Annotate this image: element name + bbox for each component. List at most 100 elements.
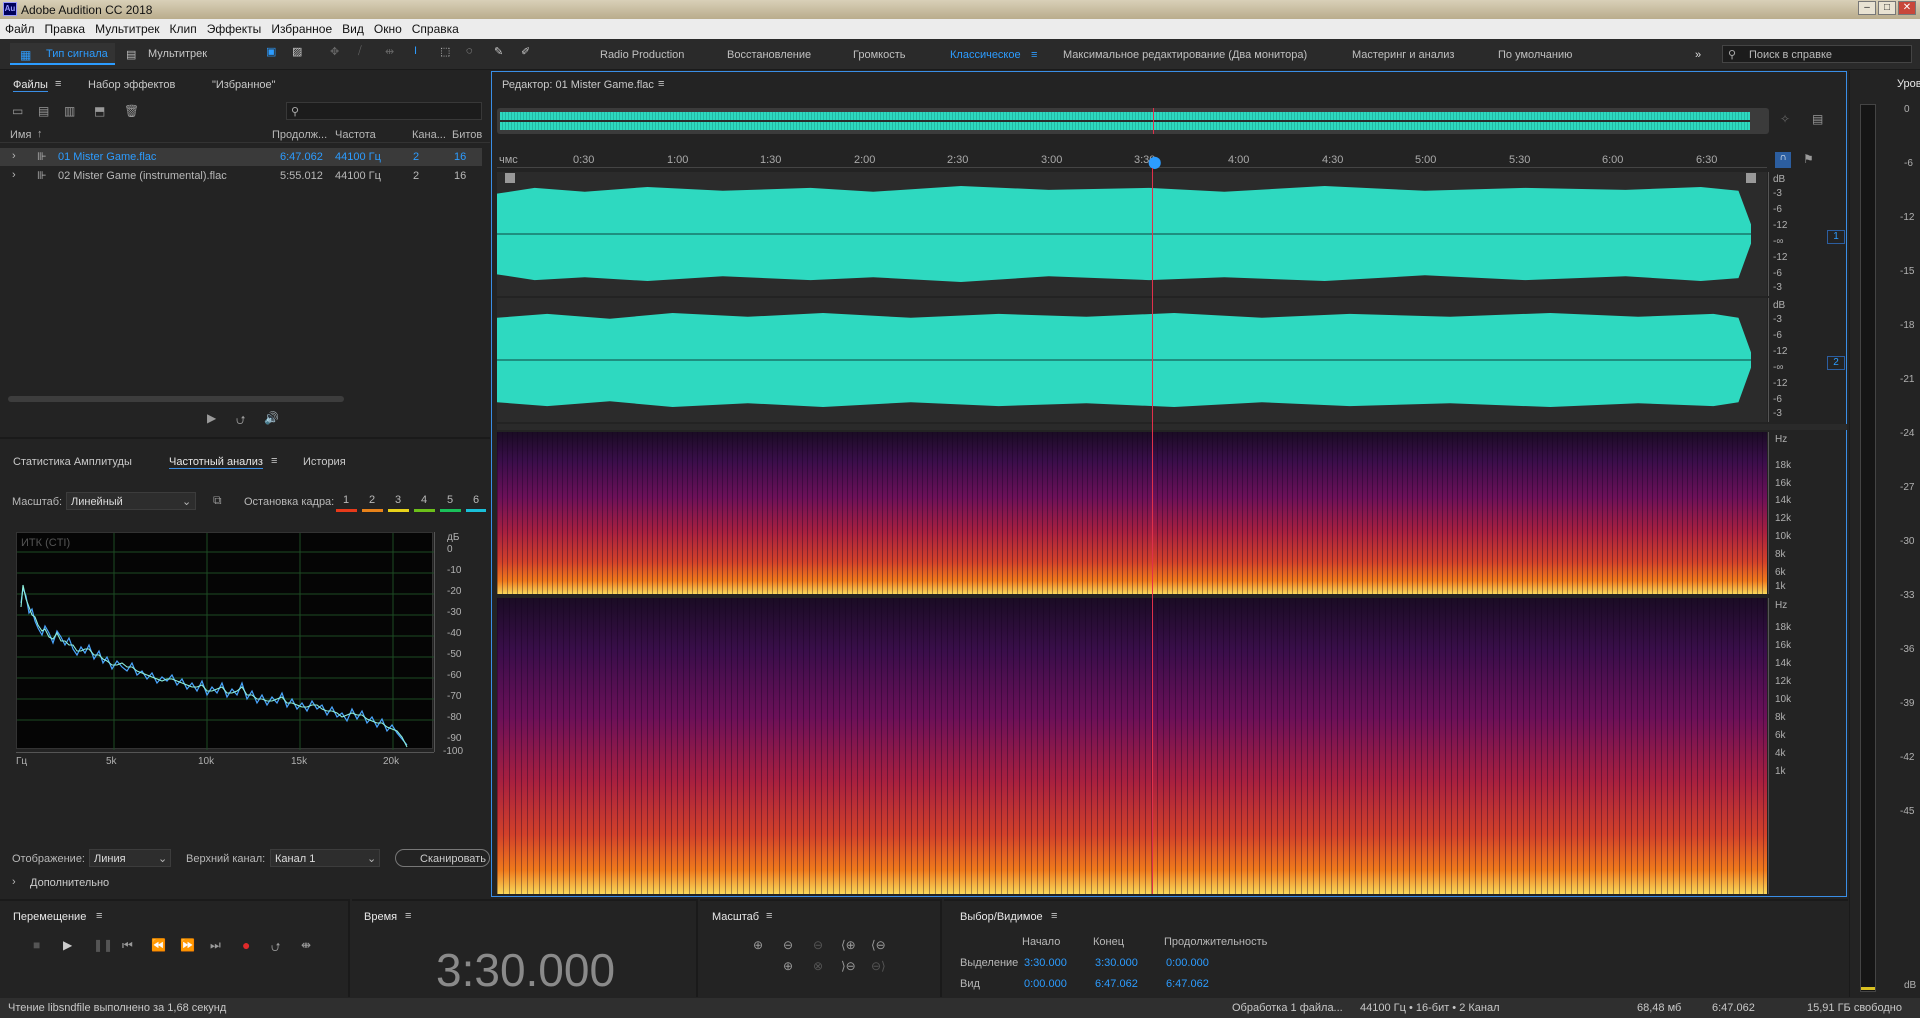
import-file-icon[interactable]: ▤ <box>38 104 49 118</box>
advanced-label[interactable]: Дополнительно <box>30 877 109 889</box>
loop-playback-icon[interactable]: ⮍ <box>271 938 281 959</box>
copy-graph-icon[interactable]: ⧉ <box>213 493 222 508</box>
help-search[interactable]: ⚲ Поиск в справке <box>1722 45 1912 63</box>
playhead-line[interactable] <box>1152 168 1154 894</box>
freeze-slot-2[interactable]: 2 <box>362 491 384 513</box>
multitrack-mode-tab[interactable]: ▤ Мультитрек <box>120 43 220 65</box>
skip-to-start-icon[interactable]: ⏮ <box>122 938 133 953</box>
loop-preview-icon[interactable]: ⮍ <box>236 411 246 432</box>
navigator-menu-icon[interactable]: ▤ <box>1812 112 1823 126</box>
workspace-menu-icon[interactable]: ≡ <box>1031 49 1037 61</box>
zoom-in-time-icon[interactable]: ⟨⊕ <box>841 938 856 952</box>
workspace-mastering[interactable]: Мастеринг и анализ <box>1352 49 1454 61</box>
tab-favorites[interactable]: "Избранное" <box>212 79 276 91</box>
selection-menu-icon[interactable]: ≡ <box>1051 910 1057 922</box>
spot-healing-tool-icon[interactable]: ✐ <box>521 45 530 58</box>
spectrogram-channel-2[interactable] <box>497 598 1767 894</box>
zoom-out-full-icon[interactable]: ⊖ <box>813 938 823 952</box>
files-scrollbar[interactable] <box>8 396 344 402</box>
analysis-menu-icon[interactable]: ≡ <box>271 455 277 467</box>
col-name[interactable]: Имя <box>10 129 31 141</box>
stop-icon[interactable]: ■ <box>33 938 40 952</box>
pitch-view-icon[interactable]: ▨ <box>292 45 302 58</box>
col-duration[interactable]: Продолж... <box>272 129 327 141</box>
tab-effects-rack[interactable]: Набор эффектов <box>88 79 175 91</box>
new-file-icon[interactable]: ▥ <box>64 104 75 118</box>
zoom-to-left-icon[interactable]: ⟩⊖ <box>841 959 856 973</box>
zoom-in-amplitude-icon[interactable]: ⊕ <box>753 938 763 952</box>
lasso-tool-icon[interactable]: ◌ <box>466 45 473 57</box>
overview-navigator[interactable] <box>497 108 1769 134</box>
workspace-loudness[interactable]: Громкость <box>853 49 905 61</box>
menu-help[interactable]: Справка <box>407 19 464 36</box>
brush-tool-icon[interactable]: ✎ <box>494 45 503 58</box>
zoom-to-selection-icon[interactable]: ⊗ <box>813 959 823 973</box>
files-search-input[interactable]: ⚲ <box>286 102 482 120</box>
menu-effects[interactable]: Эффекты <box>202 19 267 36</box>
freeze-slot-3[interactable]: 3 <box>388 491 410 513</box>
rewind-icon[interactable]: ⏪ <box>151 938 166 952</box>
freeze-slot-1[interactable]: 1 <box>336 491 358 513</box>
table-row[interactable]: › ⊪ 02 Mister Game (instrumental).flac 5… <box>0 167 482 185</box>
workspace-max-editing[interactable]: Максимальное редактирование (Два монитор… <box>1063 49 1307 61</box>
view-duration-field[interactable]: 6:47.062 <box>1166 978 1209 990</box>
editor-menu-icon[interactable]: ≡ <box>658 78 664 90</box>
autoplay-preview-icon[interactable]: 🔊 <box>264 411 279 425</box>
scale-select[interactable]: Линейный ⌄ <box>66 492 196 510</box>
insert-multitrack-icon[interactable]: ⬒ <box>94 104 105 118</box>
channel-2-label[interactable]: 2 <box>1827 356 1845 370</box>
play-icon[interactable]: ▶ <box>63 938 72 952</box>
channel-1-label[interactable]: 1 <box>1827 230 1845 244</box>
pause-icon[interactable]: ❚❚ <box>93 938 113 952</box>
time-ruler[interactable]: чмс 0:30 1:00 1:30 2:00 2:30 3:00 3:30 4… <box>497 152 1767 169</box>
advanced-expand-icon[interactable]: › <box>12 876 16 888</box>
delete-file-icon[interactable]: 🗑 <box>124 104 139 118</box>
zoom-menu-icon[interactable]: ≡ <box>766 910 772 922</box>
minimize-button[interactable]: – <box>1858 1 1876 15</box>
skip-selection-icon[interactable]: ⇼ <box>301 938 311 952</box>
workspace-radio-production[interactable]: Radio Production <box>600 49 684 61</box>
workspace-default[interactable]: По умолчанию <box>1498 49 1572 61</box>
menu-file[interactable]: Файл <box>0 19 40 36</box>
col-rate[interactable]: Частота <box>335 129 376 141</box>
record-icon[interactable]: ● <box>242 937 250 953</box>
menu-edit[interactable]: Правка <box>40 19 91 36</box>
table-row[interactable]: › ⊪ 01 Mister Game.flac 6:47.062 44100 Г… <box>0 148 482 166</box>
expand-icon[interactable]: › <box>12 150 16 162</box>
open-file-icon[interactable]: ▭ <box>12 104 23 118</box>
freeze-slot-5[interactable]: 5 <box>440 491 462 513</box>
play-preview-icon[interactable]: ▶ <box>207 411 216 425</box>
menu-multitrack[interactable]: Мультитрек <box>90 19 164 36</box>
workspace-classic[interactable]: Классическое <box>950 49 1021 61</box>
view-splitter[interactable] <box>497 424 1847 430</box>
freeze-slot-4[interactable]: 4 <box>414 491 436 513</box>
selection-start-field[interactable]: 3:30.000 <box>1024 957 1067 969</box>
tab-history[interactable]: История <box>303 456 346 468</box>
scan-button[interactable]: Сканировать <box>395 849 490 867</box>
slip-tool-icon[interactable]: ⇹ <box>385 45 394 58</box>
menu-view[interactable]: Вид <box>337 19 369 36</box>
expand-icon[interactable]: › <box>12 169 16 181</box>
tab-frequency-analysis[interactable]: Частотный анализ <box>169 456 263 469</box>
display-select[interactable]: Линия ⌄ <box>89 849 171 867</box>
freeze-slot-6[interactable]: 6 <box>466 491 486 513</box>
close-button[interactable]: ✕ <box>1898 1 1916 15</box>
zoom-to-right-icon[interactable]: ⊖⟩ <box>871 959 886 973</box>
files-menu-icon[interactable]: ≡ <box>55 78 61 90</box>
workspace-overflow-icon[interactable]: » <box>1695 49 1701 61</box>
snap-icon[interactable]: ∩ <box>1775 152 1791 168</box>
menu-window[interactable]: Окно <box>369 19 407 36</box>
marquee-tool-icon[interactable]: ⬚ <box>440 45 450 58</box>
tab-amplitude-stats[interactable]: Статистика Амплитуды <box>13 456 132 468</box>
fade-out-handle-icon[interactable] <box>1746 173 1756 183</box>
playhead-handle-icon[interactable]: ⬤ <box>1148 155 1161 169</box>
top-channel-select[interactable]: Канал 1 ⌄ <box>270 849 380 867</box>
time-selection-tool-icon[interactable]: I <box>414 45 417 57</box>
transport-menu-icon[interactable]: ≡ <box>96 910 102 922</box>
spectral-view-icon[interactable]: ▣ <box>266 45 276 58</box>
zoom-out-time-icon[interactable]: ⟨⊖ <box>871 938 886 952</box>
maximize-button[interactable]: □ <box>1878 1 1896 15</box>
time-menu-icon[interactable]: ≡ <box>405 910 411 922</box>
col-bits[interactable]: Битов <box>452 129 482 141</box>
waveform-channel-1[interactable] <box>497 172 1767 296</box>
